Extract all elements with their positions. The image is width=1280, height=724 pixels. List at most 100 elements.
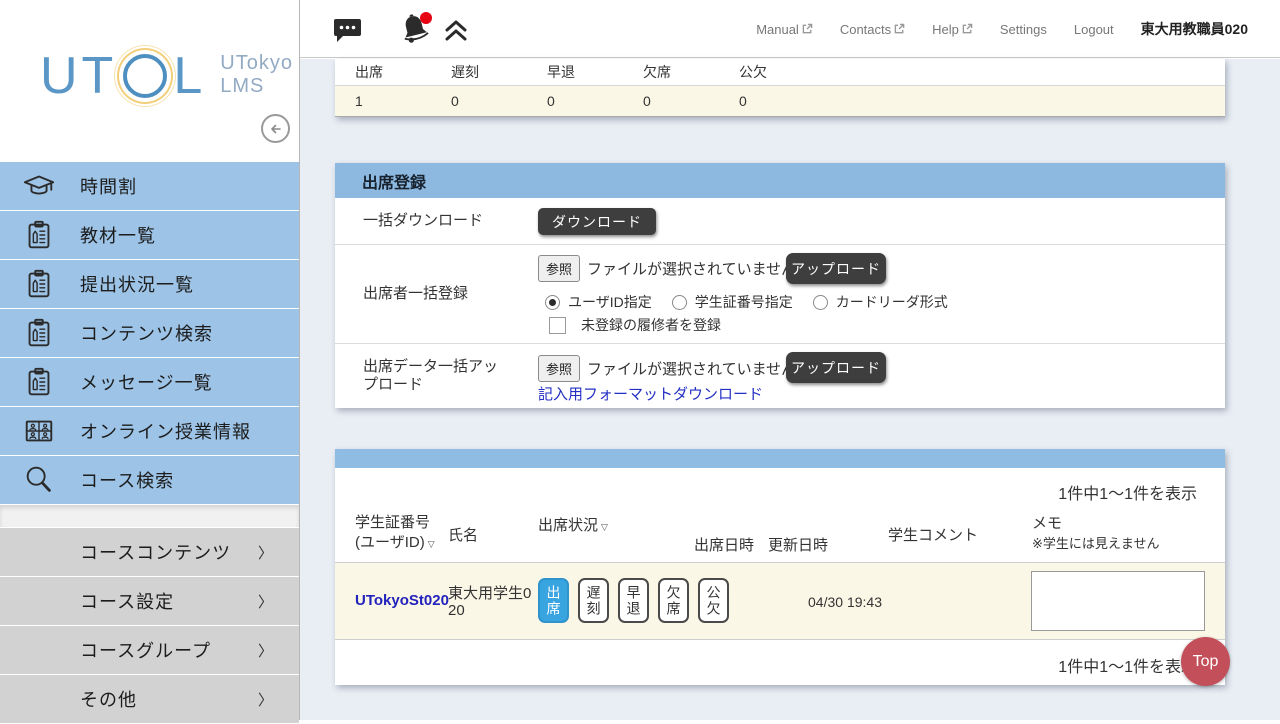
clipboard-icon [22, 218, 56, 252]
status-button-group: 出席 遅刻 早退 欠席 公欠 [538, 578, 729, 623]
memo-input[interactable] [1031, 571, 1205, 631]
id-type-radio-group: ユーザID指定 学生証番号指定 カードリーダ形式 [545, 292, 968, 312]
column-header-student-id[interactable]: 学生証番号 (ユーザID)▽ [355, 513, 435, 554]
top-bar: Manual Contacts Help Settings Logout 東大用… [300, 0, 1280, 58]
utol-wordmark: UTL [40, 44, 206, 108]
status-late-button[interactable]: 遅刻 [578, 578, 609, 623]
summary-value: 0 [719, 93, 815, 109]
sidebar-nav: 時間割 教材一覧 提出状況一覧 コンテンツ検索 メッセージ一覧 [0, 162, 299, 724]
sidebar-item-timetable[interactable]: 時間割 [0, 162, 299, 210]
scroll-to-top-button[interactable]: Top [1181, 637, 1230, 686]
utol-logo-subtitle: UTokyoLMS [220, 52, 293, 98]
sidebar-item-label: 時間割 [80, 173, 137, 199]
sidebar-subitem-label: その他 [80, 686, 258, 712]
status-early-leave-button[interactable]: 早退 [618, 578, 649, 623]
sidebar-subitem-label: コースグループ [80, 637, 258, 663]
summary-value: 0 [623, 93, 719, 109]
sidebar-item-label: コース検索 [80, 467, 174, 493]
updated-at-value: 04/30 19:43 [785, 594, 905, 610]
bulk-download-label: 一括ダウンロード [363, 212, 528, 230]
column-header-updated-at: 更新日時 [768, 536, 828, 556]
format-download-link[interactable]: 記入用フォーマットダウンロード [538, 383, 763, 404]
roster-column-headers: 1件中1〜1件を表示 学生証番号 (ユーザID)▽ 氏名 出席状況▽ 出席日時 … [335, 468, 1225, 563]
student-row: UTokyoSt020 東大用学生020 出席 遅刻 早退 欠席 公欠 04/3… [335, 563, 1225, 639]
download-button[interactable]: ダウンロード [538, 208, 656, 235]
result-count-text: 1件中1〜1件を表示 [1058, 480, 1197, 504]
notifications-bell-icon[interactable] [396, 10, 434, 53]
sidebar-item-materials[interactable]: 教材一覧 [0, 211, 299, 259]
attendance-roster-table: 1件中1〜1件を表示 学生証番号 (ユーザID)▽ 氏名 出席状況▽ 出席日時 … [335, 449, 1225, 685]
sidebar-item-submissions[interactable]: 提出状況一覧 [0, 260, 299, 308]
arrow-left-icon [267, 120, 285, 138]
upload-button[interactable]: アップロード [786, 253, 886, 284]
sidebar-item-label: 教材一覧 [80, 222, 156, 248]
sidebar-item-label: オンライン授業情報 [80, 418, 251, 444]
sidebar-collapse-button[interactable] [261, 114, 290, 143]
column-header-attended-at: 出席日時 [694, 536, 754, 556]
video-conference-icon [22, 414, 56, 448]
no-file-selected-text: ファイルが選択されていません。 [587, 358, 811, 379]
student-id-link[interactable]: UTokyoSt020 [355, 592, 449, 609]
upload-button[interactable]: アップロード [786, 352, 886, 383]
messages-icon[interactable] [333, 17, 362, 48]
column-header-name: 氏名 [448, 526, 478, 546]
status-excused-button[interactable]: 公欠 [698, 578, 729, 623]
main-area: Manual Contacts Help Settings Logout 東大用… [300, 0, 1280, 720]
sidebar-item-label: コンテンツ検索 [80, 320, 213, 346]
summary-col-header: 公欠 [719, 62, 815, 82]
no-file-selected-text: ファイルが選択されていません。 [587, 258, 811, 279]
clipboard-icon [22, 365, 56, 399]
summary-value: 0 [527, 93, 623, 109]
manual-link[interactable]: Manual [756, 22, 813, 37]
column-header-status[interactable]: 出席状況▽ [538, 516, 608, 537]
register-unenrolled-checkbox[interactable] [549, 317, 566, 334]
sidebar-item-label: 提出状況一覧 [80, 271, 194, 297]
register-unenrolled-option: 未登録の履修者を登録 [549, 315, 741, 335]
bulk-download-row: 一括ダウンロード ダウンロード [335, 198, 1225, 245]
column-header-memo: メモ ※学生には見えません [1032, 514, 1160, 554]
sidebar-item-online-class[interactable]: オンライン授業情報 [0, 407, 299, 455]
logout-link[interactable]: Logout [1074, 22, 1114, 37]
attendance-summary-table: 出席 遅刻 早退 欠席 公欠 1 0 0 0 0 [335, 59, 1225, 117]
help-link[interactable]: Help [932, 22, 973, 37]
current-user-name: 東大用教職員020 [1141, 19, 1248, 39]
radio-card-reader[interactable] [813, 295, 828, 310]
contacts-link[interactable]: Contacts [840, 22, 905, 37]
student-name: 東大用学生020 [448, 585, 534, 619]
sidebar-item-course-group[interactable]: コースグループ 〉 [0, 626, 299, 674]
sidebar-item-others[interactable]: その他 〉 [0, 675, 299, 723]
roster-header-bar [335, 449, 1225, 468]
sidebar-subitem-label: コース設定 [80, 588, 258, 614]
search-icon [22, 463, 56, 497]
sidebar-item-course-search[interactable]: コース検索 [0, 456, 299, 504]
panel-title: 出席登録 [335, 163, 1225, 198]
summary-value: 0 [431, 93, 527, 109]
notification-badge [420, 12, 432, 24]
external-link-icon [962, 22, 973, 37]
chevron-right-icon: 〉 [258, 542, 273, 563]
sidebar-item-content-search[interactable]: コンテンツ検索 [0, 309, 299, 357]
radio-user-id[interactable] [545, 295, 560, 310]
status-present-button[interactable]: 出席 [538, 578, 569, 623]
browse-file-button[interactable]: 参照 [538, 255, 580, 282]
clipboard-icon [22, 267, 56, 301]
sidebar-item-course-settings[interactable]: コース設定 〉 [0, 577, 299, 625]
sidebar-subitem-label: コースコンテンツ [80, 539, 258, 565]
memo-note: ※学生には見えません [1032, 536, 1160, 551]
settings-link[interactable]: Settings [1000, 22, 1047, 37]
radio-label: ユーザID指定 [568, 292, 652, 312]
browse-file-button[interactable]: 参照 [538, 355, 580, 382]
chevron-right-icon: 〉 [258, 640, 273, 661]
bulk-register-label: 出席者一括登録 [363, 285, 528, 303]
chevron-right-icon: 〉 [258, 591, 273, 612]
sidebar-divider [0, 505, 299, 527]
roster-footer: 1件中1〜1件を表示 [335, 639, 1225, 685]
sidebar-item-messages[interactable]: メッセージ一覧 [0, 358, 299, 406]
content-area: 出席 遅刻 早退 欠席 公欠 1 0 0 0 0 出席登録 一括ダウンロード ダ… [300, 59, 1280, 720]
radio-student-card-number[interactable] [672, 295, 687, 310]
status-absent-button[interactable]: 欠席 [658, 578, 689, 623]
chevron-right-icon: 〉 [258, 689, 273, 710]
collapse-topbar-icon[interactable] [443, 18, 469, 47]
sidebar-item-course-contents[interactable]: コースコンテンツ 〉 [0, 528, 299, 576]
column-header-comment: 学生コメント [888, 526, 978, 546]
